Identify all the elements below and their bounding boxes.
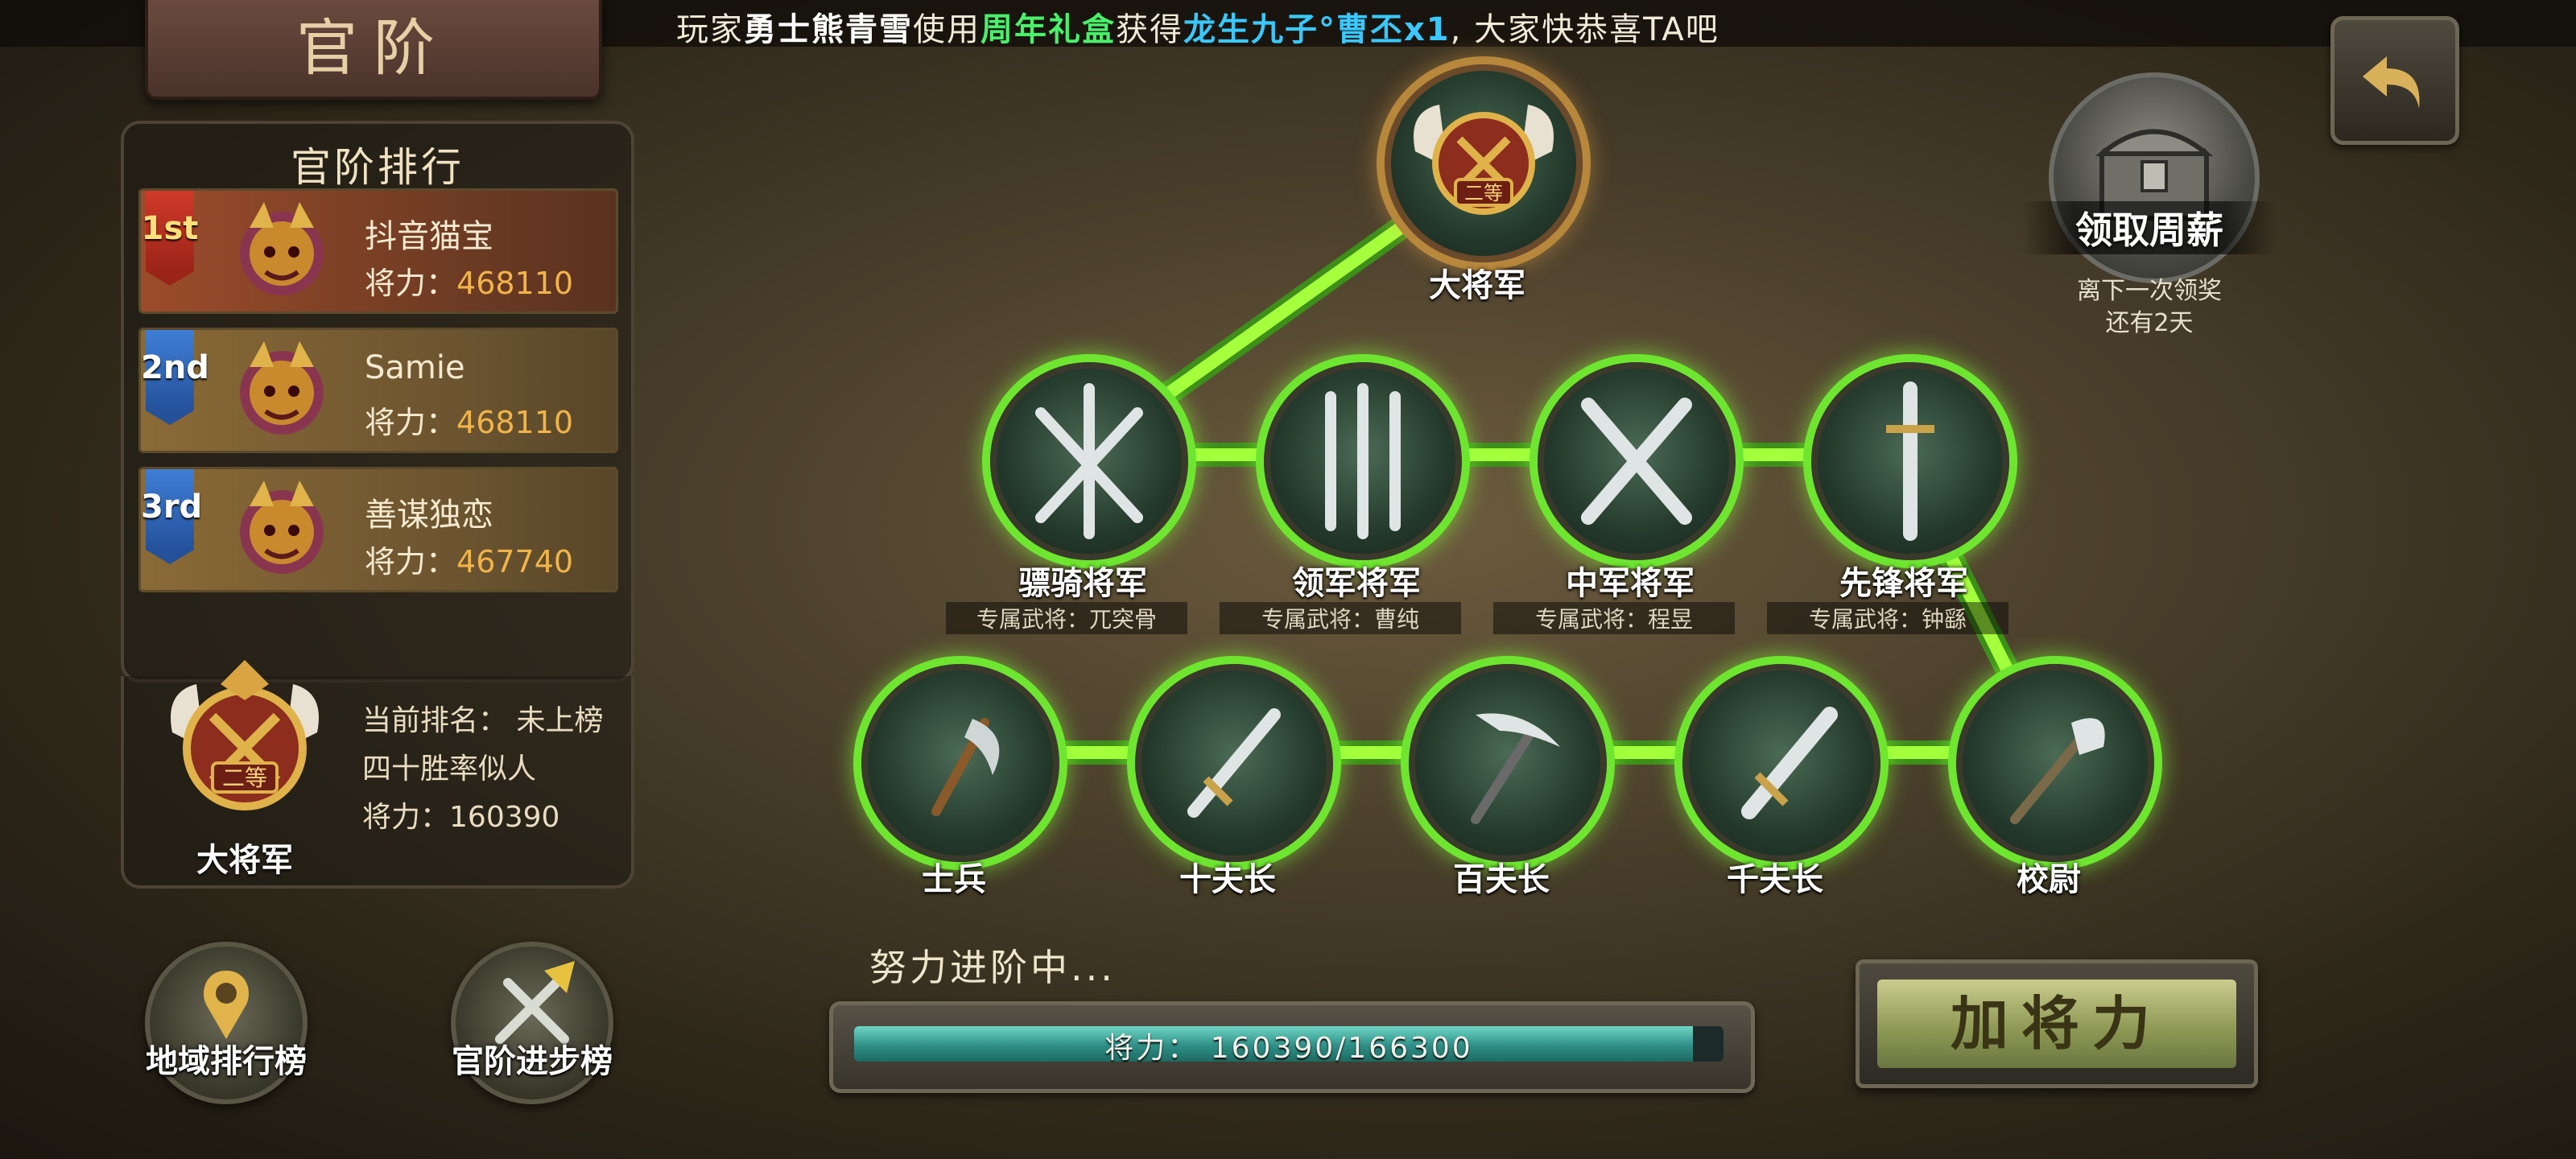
rank-node-captain[interactable]	[1682, 664, 1880, 862]
power-label: 将力：	[362, 801, 450, 834]
region-rank-label: 地域排行榜	[146, 1043, 307, 1080]
glaive-icon	[2010, 718, 2105, 824]
advance-rank-button[interactable]: 官阶进步榜	[451, 942, 613, 1104]
rank-label-general-2: 领军将军	[1292, 565, 1421, 602]
rank-label-colonel: 校尉	[2017, 861, 2081, 898]
my-current-rank: 当前排名： 未上榜	[362, 697, 603, 739]
rank-label-general-1: 骠骑将军	[1018, 565, 1147, 602]
rank-player-power: 将力：468110	[365, 398, 573, 442]
my-player-name: 四十胜率似人	[362, 753, 537, 786]
add-power-face: 加将力	[1877, 980, 2236, 1068]
progress-text: 将力： 160390/166300	[1104, 1032, 1473, 1065]
salary-note-line1: 离下一次领奖	[2077, 277, 2222, 305]
announcement-prefix: 玩家	[676, 11, 744, 48]
pickaxe-icon	[1471, 713, 1560, 824]
rank-player-power: 将力：467740	[365, 537, 573, 581]
rank-label-squad-leader: 十夫长	[1179, 861, 1276, 898]
announcement-item: 周年礼盒	[980, 11, 1116, 48]
salary-countdown: 离下一次领奖 还有2天	[2013, 275, 2286, 340]
rank-node-soldier[interactable]	[861, 664, 1059, 862]
rank-label-grand-general: 大将军	[1429, 267, 1525, 304]
emblem-badge-text: 二等	[222, 765, 267, 791]
current-rank-label: 当前排名：	[362, 704, 508, 737]
power-label: 将力：	[365, 266, 457, 301]
single-sword-icon	[1886, 382, 1934, 541]
rank-ribbon-silver: 2nd	[141, 330, 209, 425]
ranking-row-1[interactable]: 1st 抖音猫宝 将力：468110	[138, 188, 618, 314]
grand-general-emblem-icon: 二等	[1414, 105, 1554, 215]
announcement-player: 勇士熊青雪	[744, 11, 913, 48]
announcement-suffix: , 大家快恭喜TA吧	[1450, 11, 1719, 48]
announcement-verb: 使用	[913, 11, 980, 48]
ranking-panel: 官阶排行 1st 抖音猫宝 将力：468110 2nd Samie 将力：468…	[121, 121, 634, 683]
rank-label-soldier: 士兵	[922, 861, 986, 898]
page-title: 官阶	[296, 12, 451, 84]
announcement-text: 玩家勇士熊青雪使用周年礼盒获得龙生九子°曹丕x1, 大家快恭喜TA吧	[676, 3, 1719, 50]
salary-label[interactable]: 领取周薪	[2022, 201, 2277, 254]
rank-player-name: 抖音猫宝	[365, 218, 493, 255]
rank-player-name: Samie	[365, 349, 465, 386]
announcement-reward: 龙生九子°曹丕x1	[1183, 11, 1451, 48]
exclusive-hero-3: 专属武将：程昱	[1493, 602, 1735, 634]
ranking-title: 官阶排行	[291, 144, 464, 191]
back-arrow-icon	[2363, 56, 2420, 109]
rank-node-grand-general[interactable]: 二等	[1385, 64, 1583, 262]
triple-swords-icon	[1325, 383, 1401, 539]
x-swords-icon	[1581, 398, 1692, 525]
power-progress-bar: 将力： 160390/166300	[829, 1001, 1755, 1093]
my-power: 将力：160390	[362, 794, 559, 835]
add-power-button[interactable]: 加将力	[1856, 959, 2258, 1088]
rank-label-general-4: 先锋将军	[1839, 565, 1968, 602]
dragon-avatar-icon	[240, 202, 324, 295]
my-status-panel: 二等 大将军 当前排名： 未上榜 四十胜率似人 将力：160390	[121, 660, 634, 889]
rank-node-general-2[interactable]	[1264, 362, 1462, 560]
current-rank-value: 未上榜	[516, 704, 604, 737]
exclusive-hero-4: 专属武将：钟繇	[1767, 602, 2008, 634]
progress-title: 努力进阶中...	[869, 946, 1116, 989]
dragon-avatar-icon	[240, 341, 324, 435]
salary-note-line2: 还有2天	[2105, 309, 2194, 337]
rank-node-general-4[interactable]	[1811, 362, 2009, 560]
power-value: 160390	[449, 801, 560, 834]
rank-label-captain: 千夫长	[1727, 861, 1823, 898]
exclusive-hero-2: 专属武将：曹纯	[1220, 602, 1461, 634]
page-title-plaque: 官阶	[145, 0, 602, 100]
ranking-row-2[interactable]: 2nd Samie 将力：468110	[138, 328, 618, 453]
region-rank-button[interactable]: 地域排行榜	[145, 942, 308, 1104]
ranking-row-3[interactable]: 3rd 善谋独恋 将力：467740	[138, 467, 618, 592]
broadsword-icon	[1741, 707, 1838, 819]
power-value: 467740	[456, 544, 574, 580]
power-value: 468110	[456, 266, 574, 301]
rank-label: 2nd	[141, 349, 209, 386]
top-node-badge-text: 二等	[1464, 182, 1503, 204]
axe-icon	[931, 718, 1000, 816]
crossed-swords-icon	[1035, 383, 1143, 539]
rank-label-centurion: 百夫长	[1453, 861, 1550, 898]
my-rank-title: 大将军	[196, 842, 293, 879]
power-label: 将力：	[365, 544, 457, 580]
rank-player-name: 善谋独恋	[365, 497, 493, 534]
power-value: 468110	[456, 405, 574, 440]
rank-ribbon-bronze: 3rd	[141, 469, 202, 564]
rank-label: 1st	[141, 210, 199, 247]
dagger-icon	[1187, 708, 1281, 818]
rank-node-squad-leader[interactable]	[1135, 664, 1333, 862]
advance-rank-label: 官阶进步榜	[452, 1043, 613, 1080]
exclusive-hero-1: 专属武将：兀突骨	[946, 602, 1187, 634]
rank-label: 3rd	[141, 489, 203, 526]
add-power-label: 加将力	[1950, 989, 2163, 1058]
rank-node-colonel[interactable]	[1956, 664, 2154, 862]
rank-node-centurion[interactable]	[1409, 664, 1607, 862]
rank-ribbon-gold: 1st	[142, 191, 198, 286]
rank-node-general-3[interactable]	[1538, 362, 1736, 560]
announcement-gain: 获得	[1116, 11, 1183, 48]
dragon-avatar-icon	[240, 481, 324, 574]
rank-emblem-icon: 二等	[171, 660, 319, 810]
power-label: 将力：	[365, 405, 457, 440]
rank-player-power: 将力：468110	[365, 258, 573, 303]
rank-label-general-3: 中军将军	[1566, 565, 1695, 602]
rank-node-general-1[interactable]	[990, 362, 1188, 560]
back-button[interactable]	[2330, 16, 2459, 145]
